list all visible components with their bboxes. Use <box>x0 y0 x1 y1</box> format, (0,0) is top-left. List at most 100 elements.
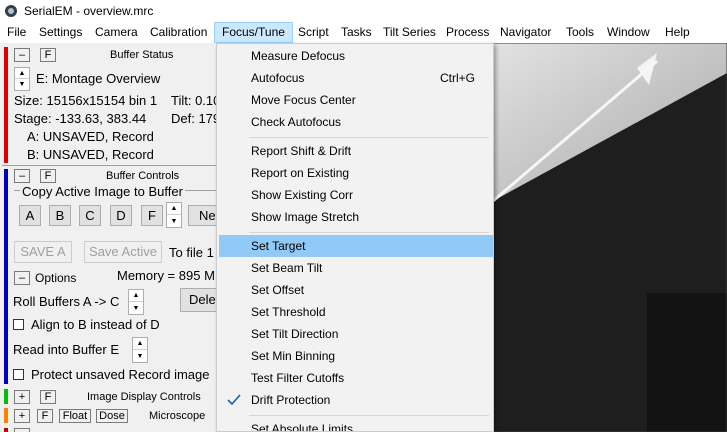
menu-script[interactable]: Script <box>291 22 336 43</box>
checkmark-icon <box>227 394 241 406</box>
image-display-accent <box>4 389 8 404</box>
buffer-controls-collapse-button[interactable]: – <box>14 169 30 183</box>
tilt-label: Tilt: 0.10 <box>171 93 217 108</box>
microscope-title: Microscope <box>149 410 206 422</box>
control-panel: – F Buffer Status ▲ ▼ E: Montage Overview… <box>0 43 217 432</box>
menu-window[interactable]: Window <box>600 22 657 43</box>
menu-item-set-tilt-direction[interactable]: Set Tilt Direction <box>219 323 493 345</box>
next-section-expand-button[interactable] <box>14 428 30 432</box>
align-to-b-label: Align to B instead of D <box>31 317 160 332</box>
menu-process[interactable]: Process <box>439 22 496 43</box>
buffer-controls-float-button[interactable]: F <box>40 169 56 183</box>
buffer-a-status: A: UNSAVED, Record <box>27 129 154 144</box>
buffer-status-title: Buffer Status <box>110 49 174 61</box>
menu-item-drift-protection[interactable]: Drift Protection <box>219 389 493 411</box>
spin-down-icon[interactable]: ▼ <box>133 350 147 362</box>
image-display-float-button[interactable]: F <box>40 390 56 404</box>
spin-up-icon[interactable]: ▲ <box>15 68 29 79</box>
spin-up-icon[interactable]: ▲ <box>167 203 181 215</box>
menu-item-test-filter-cutoffs[interactable]: Test Filter Cutoffs <box>219 367 493 389</box>
title-bar: SerialEM - overview.mrc <box>0 0 727 22</box>
menu-file[interactable]: File <box>0 22 33 43</box>
options-collapse-button[interactable]: – <box>14 271 30 285</box>
buffer-status-spinner[interactable]: ▲ ▼ <box>14 67 30 91</box>
menu-navigator[interactable]: Navigator <box>493 22 558 43</box>
menu-item-set-threshold[interactable]: Set Threshold <box>219 301 493 323</box>
buffer-status-float-button[interactable]: F <box>40 48 56 62</box>
menu-item-autofocus[interactable]: Autofocus Ctrl+G <box>219 67 493 89</box>
microscope-dose-button[interactable]: Dose <box>96 409 128 423</box>
copy-group-label: Copy Active Image to Buffer <box>20 184 185 199</box>
window-title: SerialEM - overview.mrc <box>24 4 154 18</box>
menu-item-show-existing-corr[interactable]: Show Existing Corr <box>219 184 493 206</box>
spin-up-icon[interactable]: ▲ <box>129 290 143 302</box>
image-display-title: Image Display Controls <box>87 391 201 403</box>
focus-tune-menu: Measure Defocus Autofocus Ctrl+G Move Foc… <box>216 43 494 432</box>
menu-separator <box>249 232 489 233</box>
to-file-label: To file 1 <box>169 245 214 260</box>
image-display-expand-button[interactable]: + <box>14 390 30 404</box>
copy-f-button[interactable]: F <box>141 205 163 226</box>
stage-label: Stage: -133.63, 383.44 <box>14 111 147 126</box>
menu-tilt-series[interactable]: Tilt Series <box>376 22 443 43</box>
menu-settings[interactable]: Settings <box>32 22 89 43</box>
menu-bar: File Settings Camera Calibration Focus/T… <box>0 22 727 43</box>
roll-buffers-spinner[interactable]: ▲ ▼ <box>128 289 144 315</box>
menu-item-move-focus-center[interactable]: Move Focus Center <box>219 89 493 111</box>
menu-item-set-offset[interactable]: Set Offset <box>219 279 493 301</box>
save-active-button[interactable]: Save Active <box>84 241 162 263</box>
buffer-status-collapse-button[interactable]: – <box>14 48 30 62</box>
menu-camera[interactable]: Camera <box>88 22 145 43</box>
copy-a-button[interactable]: A <box>19 205 41 226</box>
menu-item-report-shift-drift[interactable]: Report Shift & Drift <box>219 140 493 162</box>
roll-buffers-label: Roll Buffers A -> C <box>13 294 120 309</box>
menu-item-set-target[interactable]: Set Target <box>219 235 493 257</box>
buffer-status-accent <box>4 47 8 163</box>
divider <box>2 165 217 166</box>
microscope-expand-button[interactable]: + <box>14 409 30 423</box>
menu-item-check-autofocus[interactable]: Check Autofocus <box>219 111 493 133</box>
menu-calibration[interactable]: Calibration <box>143 22 214 43</box>
spin-down-icon[interactable]: ▼ <box>167 215 181 227</box>
image-size-label: Size: 15156x15154 bin 1 <box>14 93 158 108</box>
next-section-accent <box>4 428 8 432</box>
buffer-controls-accent <box>4 169 8 384</box>
menu-focus-tune[interactable]: Focus/Tune <box>214 22 293 43</box>
menu-separator <box>249 415 489 416</box>
buffer-controls-title: Buffer Controls <box>106 170 180 182</box>
spin-down-icon[interactable]: ▼ <box>15 79 29 90</box>
autofocus-shortcut: Ctrl+G <box>439 71 475 85</box>
spin-up-icon[interactable]: ▲ <box>133 338 147 350</box>
buffer-b-status: B: UNSAVED, Record <box>27 147 154 162</box>
read-into-buffer-label: Read into Buffer E <box>13 342 119 357</box>
options-label: Options <box>35 271 77 285</box>
menu-item-set-beam-tilt[interactable]: Set Beam Tilt <box>219 257 493 279</box>
new-buffer-button[interactable]: Ne <box>188 205 217 226</box>
defocus-label: Def: 179 <box>171 111 217 126</box>
align-to-b-checkbox[interactable] <box>13 319 24 330</box>
read-buffer-spinner[interactable]: ▲ ▼ <box>132 337 148 363</box>
microscope-float-button[interactable]: F <box>37 409 53 423</box>
menu-tasks[interactable]: Tasks <box>334 22 379 43</box>
current-buffer-label: E: Montage Overview <box>36 71 161 86</box>
menu-item-set-min-binning[interactable]: Set Min Binning <box>219 345 493 367</box>
microscope-float-toggle[interactable]: Float <box>59 409 91 423</box>
copy-d-button[interactable]: D <box>110 205 132 226</box>
copy-b-button[interactable]: B <box>49 205 71 226</box>
copy-buffer-spinner[interactable]: ▲ ▼ <box>166 202 182 228</box>
microscope-accent <box>4 408 8 423</box>
menu-help[interactable]: Help <box>658 22 697 43</box>
save-a-button[interactable]: SAVE A <box>14 241 72 263</box>
copy-c-button[interactable]: C <box>79 205 101 226</box>
delete-button[interactable]: Dele <box>180 288 217 312</box>
menu-tools[interactable]: Tools <box>559 22 601 43</box>
protect-unsaved-checkbox[interactable] <box>13 369 24 380</box>
protect-unsaved-label: Protect unsaved Record image <box>31 367 210 382</box>
spin-down-icon[interactable]: ▼ <box>129 302 143 314</box>
menu-item-report-on-existing[interactable]: Report on Existing <box>219 162 493 184</box>
menu-separator <box>249 137 489 138</box>
menu-item-set-absolute-limits[interactable]: Set Absolute Limits <box>219 418 493 431</box>
menu-item-measure-defocus[interactable]: Measure Defocus <box>219 45 493 67</box>
menu-item-show-image-stretch[interactable]: Show Image Stretch <box>219 206 493 228</box>
serialem-app-icon <box>5 5 17 17</box>
